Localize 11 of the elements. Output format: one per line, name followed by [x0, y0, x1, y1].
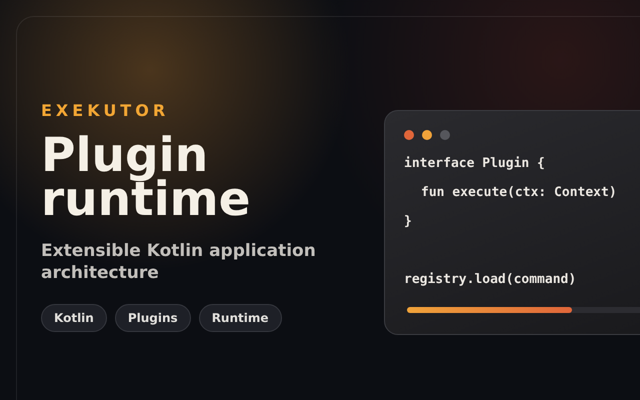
code-line: fun execute(ctx: Context)	[421, 185, 617, 200]
brand-label: EXEKUTOR	[41, 101, 170, 120]
code-line: registry.load(command)	[404, 272, 576, 287]
tag-chip: Plugins	[114, 304, 191, 332]
tag-chip: Runtime	[198, 304, 282, 332]
headline: Plugin runtime	[41, 134, 251, 222]
code-line: interface Plugin {	[404, 156, 545, 171]
subtitle: Extensible Kotlin application architecture	[41, 240, 317, 284]
tag-chip: Kotlin	[41, 304, 107, 332]
code-line: }	[404, 214, 412, 229]
window-controls-icon	[404, 130, 450, 140]
